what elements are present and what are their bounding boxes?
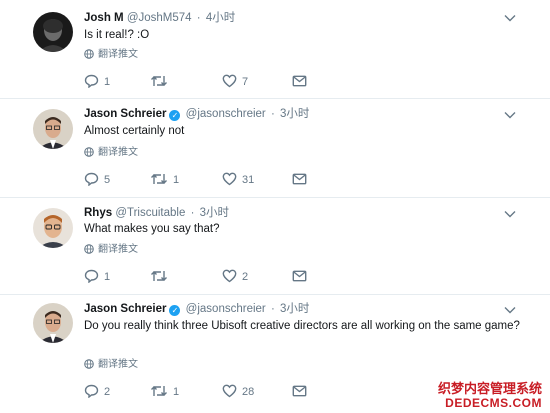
tweet[interactable]: Josh M @JoshM574 · 4小时 Is it real!? :O 翻…	[0, 0, 550, 99]
tweet-text: What makes you say that?	[84, 223, 220, 235]
user-handle[interactable]: @jasonschreier	[186, 108, 266, 120]
tweet-header: Jason Schreier ✓ @jasonschreier · 3小时	[84, 302, 309, 316]
verified-badge-icon: ✓	[169, 305, 181, 316]
separator-dot: ·	[270, 303, 275, 315]
like-count: 2	[242, 271, 249, 283]
retweet-count: 1	[173, 386, 180, 398]
reply-button[interactable]: 5	[84, 172, 110, 188]
direct-message-button[interactable]	[292, 172, 307, 188]
retweet-button[interactable]	[150, 74, 173, 90]
reply-icon	[84, 172, 99, 187]
translate-label: 翻译推文	[98, 359, 138, 370]
chevron-down-icon[interactable]	[504, 306, 516, 314]
tweet-header: Josh M @JoshM574 · 4小时	[84, 11, 235, 25]
tweet-text: Almost certainly not	[84, 125, 185, 137]
timestamp[interactable]: 3小时	[280, 108, 309, 120]
reply-count: 5	[104, 174, 111, 186]
separator-dot: ·	[190, 207, 195, 219]
direct-message-button[interactable]	[292, 269, 307, 285]
site-watermark: 织梦内容管理系统 DEDECMS.COM	[437, 381, 542, 411]
reply-count: 2	[104, 386, 111, 398]
user-handle[interactable]: @Triscuitable	[115, 207, 185, 219]
globe-icon	[84, 244, 94, 254]
heart-icon	[222, 269, 237, 283]
chevron-down-icon[interactable]	[504, 210, 516, 218]
timestamp[interactable]: 3小时	[280, 303, 309, 315]
retweet-icon	[151, 76, 167, 86]
separator-dot: ·	[196, 12, 201, 24]
envelope-icon	[292, 75, 307, 87]
tweet-header: Rhys @Triscuitable · 3小时	[84, 206, 229, 220]
separator-dot: ·	[270, 108, 275, 120]
timestamp[interactable]: 4小时	[206, 12, 235, 24]
translate-link[interactable]: 翻译推文	[84, 359, 138, 371]
retweet-count: 1	[173, 174, 180, 186]
like-button[interactable]: 28	[222, 384, 254, 400]
retweet-icon	[151, 271, 167, 281]
translate-label: 翻译推文	[98, 244, 138, 255]
chevron-down-icon[interactable]	[504, 111, 516, 119]
translate-link[interactable]: 翻译推文	[84, 49, 138, 61]
envelope-icon	[292, 270, 307, 282]
like-count: 31	[242, 174, 255, 186]
direct-message-button[interactable]	[292, 74, 307, 90]
reply-thread: Josh M @JoshM574 · 4小时 Is it real!? :O 翻…	[0, 0, 550, 413]
envelope-icon	[292, 385, 307, 397]
watermark-line-2: DEDECMS.COM	[445, 396, 542, 410]
timestamp[interactable]: 3小时	[200, 207, 229, 219]
reply-icon	[84, 384, 99, 399]
tweet-text: Is it real!? :O	[84, 29, 150, 41]
display-name[interactable]: Josh M	[84, 12, 124, 24]
user-handle[interactable]: @JoshM574	[127, 12, 192, 24]
reply-button[interactable]: 1	[84, 74, 110, 90]
like-count: 7	[242, 76, 249, 88]
display-name[interactable]: Jason Schreier	[84, 108, 166, 120]
tweet[interactable]: Rhys @Triscuitable · 3小时 What makes you …	[0, 198, 550, 295]
like-button[interactable]: 2	[222, 269, 248, 285]
globe-icon	[84, 359, 94, 369]
user-handle[interactable]: @jasonschreier	[186, 303, 266, 315]
tweet[interactable]: Jason Schreier ✓ @jasonschreier · 3小时 Alm…	[0, 99, 550, 198]
like-count: 28	[242, 386, 255, 398]
heart-icon	[222, 74, 237, 88]
translate-label: 翻译推文	[98, 49, 138, 60]
retweet-icon	[151, 386, 167, 396]
direct-message-button[interactable]	[292, 384, 307, 400]
reply-icon	[84, 269, 99, 284]
reply-button[interactable]: 1	[84, 269, 110, 285]
avatar[interactable]	[33, 303, 73, 343]
chevron-down-icon[interactable]	[504, 14, 516, 22]
tweet-text: Do you really think three Ubisoft creati…	[84, 320, 520, 332]
heart-icon	[222, 384, 237, 398]
translate-link[interactable]: 翻译推文	[84, 147, 138, 159]
like-button[interactable]: 7	[222, 74, 248, 90]
verified-badge-icon: ✓	[169, 110, 181, 121]
heart-icon	[222, 172, 237, 186]
tweet-header: Jason Schreier ✓ @jasonschreier · 3小时	[84, 107, 309, 121]
display-name[interactable]: Jason Schreier	[84, 303, 166, 315]
retweet-button[interactable]	[150, 269, 173, 285]
reply-count: 1	[104, 76, 111, 88]
like-button[interactable]: 31	[222, 172, 254, 188]
retweet-button[interactable]: 1	[150, 172, 179, 188]
translate-link[interactable]: 翻译推文	[84, 244, 138, 256]
display-name[interactable]: Rhys	[84, 207, 112, 219]
retweet-button[interactable]: 1	[150, 384, 179, 400]
reply-count: 1	[104, 271, 111, 283]
reply-button[interactable]: 2	[84, 384, 110, 400]
globe-icon	[84, 49, 94, 59]
avatar[interactable]	[33, 208, 73, 248]
avatar[interactable]	[33, 12, 73, 52]
globe-icon	[84, 147, 94, 157]
retweet-icon	[151, 174, 167, 184]
envelope-icon	[292, 173, 307, 185]
reply-icon	[84, 74, 99, 89]
translate-label: 翻译推文	[98, 147, 138, 158]
avatar[interactable]	[33, 109, 73, 149]
watermark-line-1: 织梦内容管理系统	[437, 381, 542, 396]
